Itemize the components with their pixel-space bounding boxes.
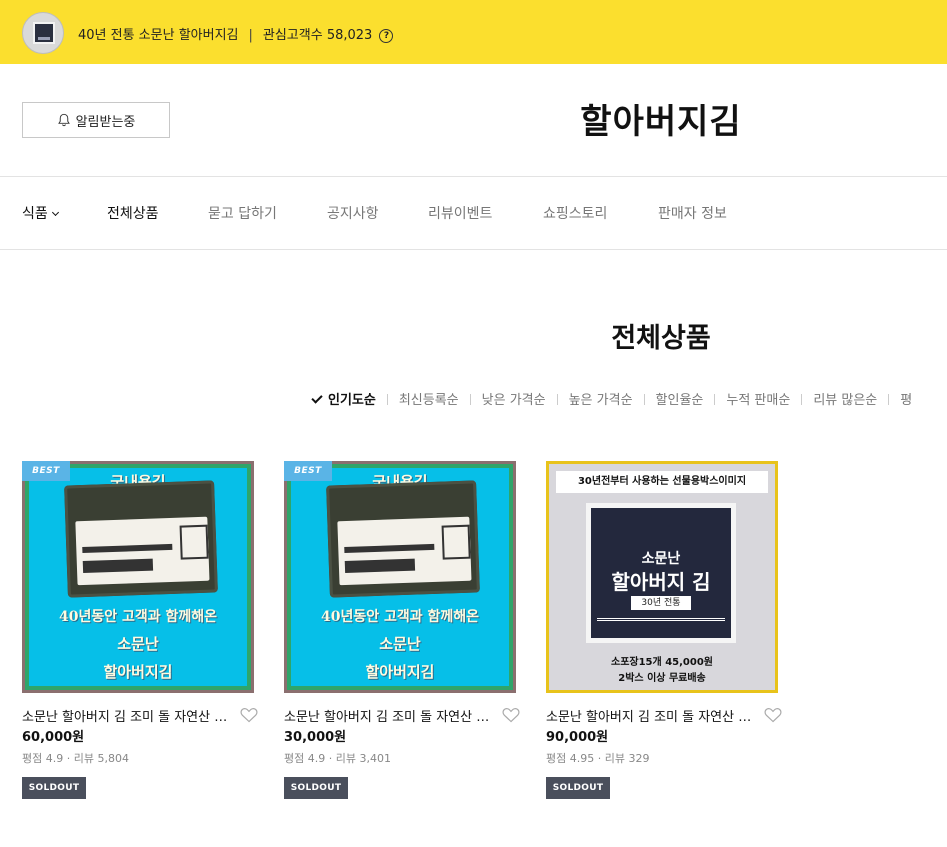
check-icon [311,392,323,404]
product-image-caption-2: 소문난 [117,635,159,653]
store-description: 40년 전통 소문난 할아버지김 [78,28,239,43]
sort-price-low[interactable]: 낮은 가격순 [482,389,546,408]
sort-price-high[interactable]: 높은 가격순 [569,389,633,408]
best-badge: BEST [22,461,70,481]
nav-item-food[interactable]: 식품 [22,203,59,223]
gift-box-image: 소문난 할아버지 김 30년 전통 [586,503,736,643]
nav-item-shopping-story[interactable]: 쇼핑스토리 [543,203,607,223]
nav-item-all-products[interactable]: 전체상품 [107,203,159,223]
chevron-down-icon [51,208,59,217]
seaweed-package-image [326,480,480,598]
separator: | [248,28,253,43]
sort-newest[interactable]: 최신등록순 [399,389,459,408]
product-image-caption-1: 소포장15개 45,000원 [611,657,713,668]
product-image-caption-top: 30년전부터 사용하는 선물용박스이미지 [556,471,768,493]
nav-item-review-event[interactable]: 리뷰이벤트 [428,203,492,223]
store-avatar[interactable] [22,12,64,54]
nav-item-seller-info[interactable]: 판매자 정보 [658,203,727,223]
product-image-caption-1: 40년동안 고객과 함께해온 [320,609,480,625]
product-image[interactable]: 국내용김 40년동안 고객과 함께해온 소문난 할아버지김 BEST [22,461,254,693]
product-rating-reviews: 평점 4.95 · 리뷰 329 [546,752,650,765]
product-price: 30,000원 [284,730,347,745]
heart-icon[interactable] [502,707,520,723]
product-card[interactable]: 30년전부터 사용하는 선물용박스이미지 소문난 할아버지 김 30년 전통 소… [546,461,782,799]
store-info-text: 40년 전통 소문난 할아버지김 | 관심고객수 58,023 ? [78,24,394,43]
soldout-badge: SOLDOUT [22,777,86,799]
product-image[interactable]: 30년전부터 사용하는 선물용박스이미지 소문난 할아버지 김 30년 전통 소… [546,461,778,693]
header-divider [0,176,947,177]
product-name[interactable]: 소문난 할아버지 김 조미 돌 자연산 … [22,706,258,725]
product-price: 90,000원 [546,730,609,745]
store-title[interactable]: 할아버지김 [0,94,947,143]
soldout-badge: SOLDOUT [284,777,348,799]
product-name[interactable]: 소문난 할아버지 김 조미 돌 자연산 … [546,706,782,725]
sort-options: 인기도순 최신등록순 낮은 가격순 높은 가격순 할인율순 누적 판매순 리뷰 많은순 평 [311,389,912,408]
nav-item-notice[interactable]: 공지사항 [327,203,379,223]
nav-item-qna[interactable]: 묻고 답하기 [208,203,277,223]
sort-sales[interactable]: 누적 판매순 [726,389,790,408]
followers-count: 관심고객수 58,023 [262,28,373,43]
product-image-caption-3: 할아버지김 [103,663,173,681]
product-card[interactable]: 국내용김 40년동안 고객과 함께해온 소문난 할아버지김 BEST 소문난 할… [22,461,258,799]
product-image[interactable]: 국내용김 40년동안 고객과 함께해온 소문난 할아버지김 BEST [284,461,516,693]
soldout-badge: SOLDOUT [546,777,610,799]
sort-rating[interactable]: 평 [900,389,912,408]
product-name[interactable]: 소문난 할아버지 김 조미 돌 자연산 … [284,706,520,725]
product-card[interactable]: 국내용김 40년동안 고객과 함께해온 소문난 할아버지김 BEST 소문난 할… [284,461,520,799]
sort-discount[interactable]: 할인율순 [656,389,704,408]
product-image-caption-2: 2박스 이상 무료배송 [618,673,706,684]
product-image-caption-3: 할아버지김 [365,663,435,681]
product-rating-reviews: 평점 4.9 · 리뷰 3,401 [284,752,391,765]
product-image-caption-2: 소문난 [379,635,421,653]
sort-reviews[interactable]: 리뷰 많은순 [813,389,877,408]
section-title: 전체상품 [611,323,711,354]
product-image-caption-1: 40년동안 고객과 함께해온 [58,609,218,625]
best-badge: BEST [284,461,332,481]
product-rating-reviews: 평점 4.9 · 리뷰 5,804 [22,752,129,765]
heart-icon[interactable] [764,707,782,723]
seaweed-package-image [64,480,218,598]
product-price: 60,000원 [22,730,85,745]
help-icon[interactable]: ? [379,29,394,43]
sort-popular[interactable]: 인기도순 [311,389,376,408]
nav-divider [0,249,947,250]
heart-icon[interactable] [240,707,258,723]
store-info-bar: 40년 전통 소문난 할아버지김 | 관심고객수 58,023 ? [0,0,947,64]
